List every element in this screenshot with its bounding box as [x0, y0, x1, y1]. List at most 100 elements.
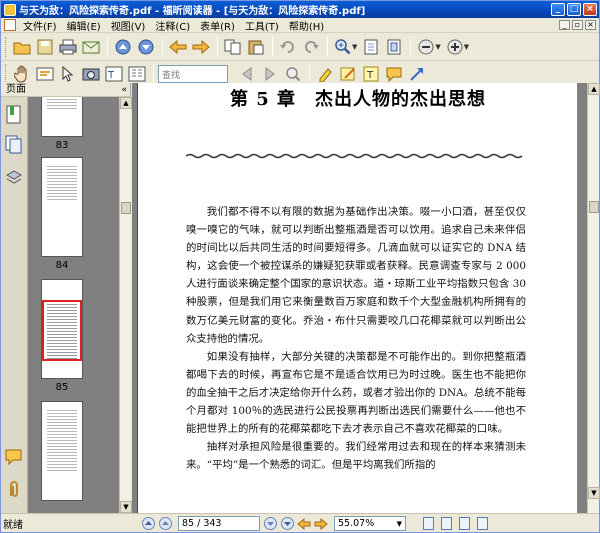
title-bar[interactable]: 与天为敌：风险探索传奇.pdf - 福昕阅读器 - [与天为敌：风险探索传奇.p…: [1, 1, 599, 18]
page-number-input[interactable]: 85 / 343: [178, 516, 260, 531]
close-button[interactable]: ×: [583, 3, 597, 16]
document-scrollbar[interactable]: ▲ ▼: [587, 83, 600, 513]
text-viewer-icon[interactable]: T: [103, 63, 125, 85]
hand-tool-icon[interactable]: [11, 63, 33, 85]
toolbar2-grip[interactable]: [5, 64, 8, 84]
bookmarks-tab-icon[interactable]: [5, 105, 23, 125]
visible-area-frame[interactable]: [42, 300, 82, 361]
menu-comment[interactable]: 注释(C): [150, 18, 195, 33]
search-icon[interactable]: [282, 63, 304, 85]
fit-page-icon[interactable]: [383, 36, 405, 58]
pane-title: 页面: [6, 84, 26, 95]
app-icon[interactable]: [4, 3, 16, 16]
undo-icon[interactable]: [277, 36, 299, 58]
paragraph: 抽样对承担风险是很重要的。我们经常用过去和现在的样本来猜测未来。“平均”是一个熟…: [186, 441, 526, 472]
scroll-down-icon[interactable]: ▼: [588, 487, 600, 499]
scrollbar-thumb[interactable]: [121, 202, 131, 214]
forward-status-icon[interactable]: [314, 517, 328, 531]
search-input[interactable]: 查找: [158, 65, 228, 83]
chapter-title: 第 5 章 杰出人物的杰出思想: [229, 89, 487, 110]
document-view[interactable]: 第 5 章 杰出人物的杰出思想 我们都不得不以有限的数据为基础作出决策。啜一小口…: [132, 83, 587, 513]
select-text-icon[interactable]: [34, 63, 56, 85]
copy-icon[interactable]: [222, 36, 244, 58]
go-back-icon[interactable]: [167, 36, 189, 58]
doc-close-button[interactable]: ×: [585, 20, 596, 30]
thumbnail-page-84[interactable]: [41, 157, 83, 257]
actual-size-icon[interactable]: [360, 36, 382, 58]
typewriter-icon[interactable]: T: [360, 63, 382, 85]
last-page-icon[interactable]: [280, 517, 294, 531]
maximize-button[interactable]: □: [567, 3, 581, 16]
menu-view[interactable]: 视图(V): [106, 18, 151, 33]
find-next-icon[interactable]: [259, 63, 281, 85]
next-page-icon[interactable]: [135, 36, 157, 58]
open-file-icon[interactable]: [11, 36, 33, 58]
navigation-pane: 页面 « 83 84 85 ▲ ▼: [1, 83, 132, 513]
snapshot-icon[interactable]: [80, 63, 102, 85]
status-text: 就绪: [3, 520, 23, 531]
zoom-in-dropdown-icon[interactable]: ▼: [464, 43, 469, 51]
thumbnail-page-86[interactable]: [41, 401, 83, 501]
chevron-down-icon[interactable]: ▼: [397, 520, 402, 528]
print-icon[interactable]: [57, 36, 79, 58]
columns-icon[interactable]: [126, 63, 148, 85]
ornament-divider: [186, 153, 523, 159]
doc-restore-button[interactable]: ▫: [572, 20, 583, 30]
menu-tools[interactable]: 工具(T): [240, 18, 284, 33]
go-forward-icon[interactable]: [190, 36, 212, 58]
scroll-down-icon[interactable]: ▼: [120, 501, 132, 513]
pointer-icon[interactable]: [57, 63, 79, 85]
zoom-tool-icon[interactable]: [332, 36, 354, 58]
menu-form[interactable]: 表单(R): [195, 18, 240, 33]
doc-minimize-button[interactable]: _: [559, 20, 570, 30]
zoom-out-icon[interactable]: [415, 36, 437, 58]
prev-page-status-icon[interactable]: [158, 517, 172, 531]
menu-edit[interactable]: 编辑(E): [62, 18, 106, 33]
continuous-layout-icon[interactable]: [441, 517, 452, 530]
thumbnail-label: 83: [55, 140, 69, 151]
next-page-status-icon[interactable]: [263, 517, 277, 531]
scroll-up-icon[interactable]: ▲: [588, 83, 600, 95]
single-page-layout-icon[interactable]: [423, 517, 434, 530]
save-icon[interactable]: [34, 36, 56, 58]
zoom-tool-dropdown-icon[interactable]: ▼: [352, 43, 357, 51]
facing-layout-icon[interactable]: [459, 517, 470, 530]
thumbnail-label: 85: [55, 382, 69, 393]
side-tab-strip: [1, 97, 28, 513]
arrow-tool-icon[interactable]: [406, 63, 428, 85]
previous-page-icon[interactable]: [112, 36, 134, 58]
attachments-tab-icon[interactable]: [5, 479, 23, 499]
svg-text:T: T: [366, 70, 374, 81]
scroll-up-icon[interactable]: ▲: [120, 97, 132, 109]
document-icon[interactable]: [4, 19, 16, 31]
page-body: 我们都不得不以有限的数据为基础作出决策。啜一小口酒，甚至仅仅嗅一嗅它的气味，就可…: [186, 203, 526, 474]
thumbnail-page-83[interactable]: [41, 97, 83, 137]
zoom-in-icon[interactable]: [444, 36, 466, 58]
toolbar-grip[interactable]: [5, 37, 8, 57]
zoom-select[interactable]: 55.07% ▼: [334, 516, 406, 531]
menu-file[interactable]: 文件(F): [18, 18, 62, 33]
comment-icon[interactable]: [383, 63, 405, 85]
email-icon[interactable]: [80, 36, 102, 58]
find-previous-icon[interactable]: [236, 63, 258, 85]
thumbnails-scrollbar[interactable]: ▲ ▼: [119, 97, 132, 513]
back-status-icon[interactable]: [297, 517, 311, 531]
menu-help[interactable]: 帮助(H): [284, 18, 329, 33]
first-page-icon[interactable]: [141, 517, 155, 531]
highlight-tool-icon[interactable]: [314, 63, 336, 85]
page-thumbnails: 83 84 85: [28, 97, 119, 513]
paste-icon[interactable]: [245, 36, 267, 58]
comments-tab-icon[interactable]: [5, 447, 23, 467]
minimize-button[interactable]: _: [551, 3, 565, 16]
layers-tab-icon[interactable]: [5, 167, 23, 187]
collapse-pane-button[interactable]: «: [121, 83, 127, 97]
pages-tab-icon[interactable]: [5, 135, 23, 155]
note-tool-icon[interactable]: [337, 63, 359, 85]
foxit-reader-window: 与天为敌：风险探索传奇.pdf - 福昕阅读器 - [与天为敌：风险探索传奇.p…: [0, 0, 600, 533]
continuous-facing-layout-icon[interactable]: [477, 517, 488, 530]
redo-icon[interactable]: [300, 36, 322, 58]
thumbnail-page-85[interactable]: [41, 279, 83, 379]
zoom-value: 55.07%: [338, 518, 375, 529]
zoom-out-dropdown-icon[interactable]: ▼: [435, 43, 440, 51]
scrollbar-thumb[interactable]: [589, 201, 599, 213]
